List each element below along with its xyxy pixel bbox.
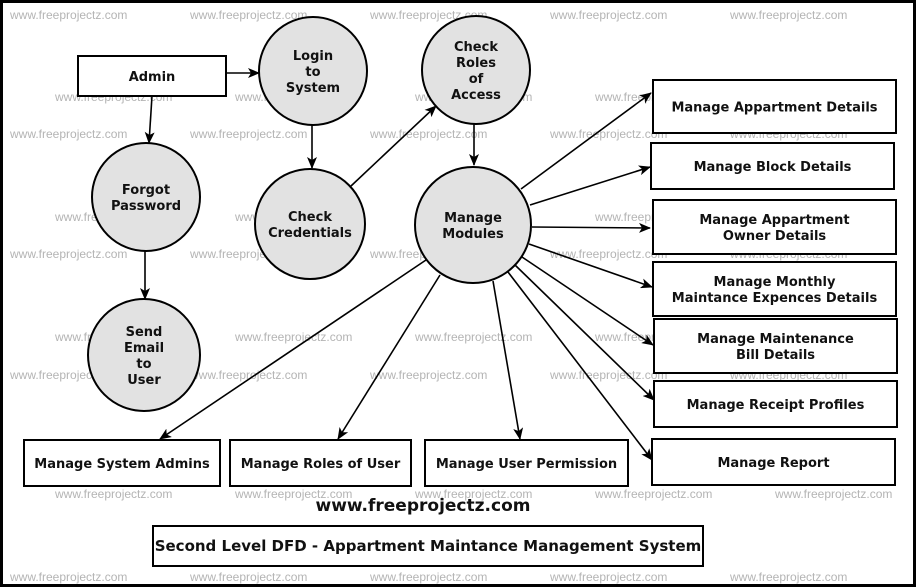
- watermark-text: www.freeprojectz.com: [369, 127, 487, 141]
- watermark-text: www.freeprojectz.com: [414, 330, 532, 344]
- watermark-text: www.freeprojectz.com: [9, 247, 127, 261]
- process-email-label: to: [136, 357, 151, 372]
- watermark-text: www.freeprojectz.com: [189, 127, 307, 141]
- process-modules-label: Manage: [444, 211, 502, 226]
- flow-arrow-modules-to-block: [529, 165, 651, 206]
- entity-monthly-label: Manage Monthly: [714, 275, 836, 290]
- watermark-text: www.freeprojectz.com: [234, 330, 352, 344]
- entity-report-label: Manage Report: [717, 456, 829, 471]
- entity-block-label: Manage Block Details: [694, 160, 852, 175]
- watermark-text: www.freeprojectz.com: [594, 487, 712, 501]
- watermark-text: www.freeprojectz.com: [774, 487, 892, 501]
- process-login-label: Login: [293, 49, 333, 64]
- entity-owner-label: Owner Details: [723, 229, 827, 244]
- entity-roles-label: Manage Roles of User: [241, 457, 401, 472]
- flow-arrow-modules-to-report: [507, 271, 653, 461]
- watermark-text: www.freeprojectz.com: [54, 487, 172, 501]
- process-forgot-label: Password: [111, 199, 181, 214]
- flow-arrow-modules-to-roles: [337, 274, 441, 440]
- entity-sysadmins-label: Manage System Admins: [34, 457, 210, 472]
- watermark-text: www.freeprojectz.com: [189, 570, 307, 584]
- entity-perm-label: Manage User Permission: [436, 457, 617, 472]
- flow-arrow-checkcred-to-checkroles: [350, 105, 437, 187]
- process-checkroles-label: Check: [454, 40, 498, 55]
- node-layer: Admin Manage Appartment Details Manage Blo…: [23, 15, 898, 487]
- entity-bill-label: Bill Details: [736, 348, 815, 363]
- entity-admin-label: Admin: [129, 70, 176, 85]
- flow-arrow-modules-to-bill: [521, 256, 654, 346]
- process-checkcred-label: Check: [288, 210, 332, 225]
- entity-bill-label: Manage Maintenance: [697, 332, 854, 347]
- entity-owner-label: Manage Appartment: [699, 213, 849, 228]
- watermark-text: www.freeprojectz.com: [549, 8, 667, 22]
- watermark-text: www.freeprojectz.com: [369, 570, 487, 584]
- process-email-label: Email: [124, 341, 164, 356]
- watermark-text: www.freeprojectz.com: [729, 570, 847, 584]
- diagram-title: Second Level DFD - Appartment Maintance …: [155, 537, 702, 555]
- watermark-text: www.freeprojectz.com: [9, 570, 127, 584]
- watermark-text: www.freeprojectz.com: [729, 8, 847, 22]
- process-checkroles-label: Access: [451, 88, 501, 103]
- entity-receipt-label: Manage Receipt Profiles: [687, 398, 865, 413]
- watermark-text: www.freeprojectz.com: [549, 127, 667, 141]
- process-login-label: System: [286, 81, 340, 96]
- watermark-text: www.freeprojectz.com: [549, 247, 667, 261]
- flow-arrow-modules-to-appt: [520, 92, 652, 190]
- process-forgot-label: Forgot: [122, 183, 170, 198]
- process-email-label: Send: [126, 325, 163, 340]
- flow-arrow-modules-to-owner: [531, 222, 651, 233]
- watermark-text: www.freeprojectz.com: [189, 8, 307, 22]
- entity-appt-label: Manage Appartment Details: [671, 101, 877, 116]
- process-login-label: to: [305, 65, 320, 80]
- watermark-text: www.freeprojectz.com: [9, 8, 127, 22]
- watermark-text: www.freeprojectz.com: [549, 570, 667, 584]
- website-label: www.freeprojectz.com: [316, 496, 531, 516]
- watermark-text: www.freeprojectz.com: [549, 368, 667, 382]
- process-modules-label: Modules: [442, 227, 504, 242]
- process-email-label: User: [127, 373, 161, 388]
- process-checkcred-label: Credentials: [268, 226, 352, 241]
- process-checkroles-label: of: [469, 72, 484, 87]
- watermark-text: www.freeprojectz.com: [369, 368, 487, 382]
- flow-arrow-modules-to-perm: [492, 280, 524, 440]
- dfd-diagram: www.freeprojectz.com www.freeprojectz.com…: [0, 0, 916, 587]
- entity-monthly-label: Maintance Expences Details: [672, 291, 878, 306]
- dfd-canvas: www.freeprojectz.com www.freeprojectz.com…: [0, 0, 916, 587]
- process-checkroles-label: Roles: [456, 56, 496, 71]
- watermark-text: www.freeprojectz.com: [9, 127, 127, 141]
